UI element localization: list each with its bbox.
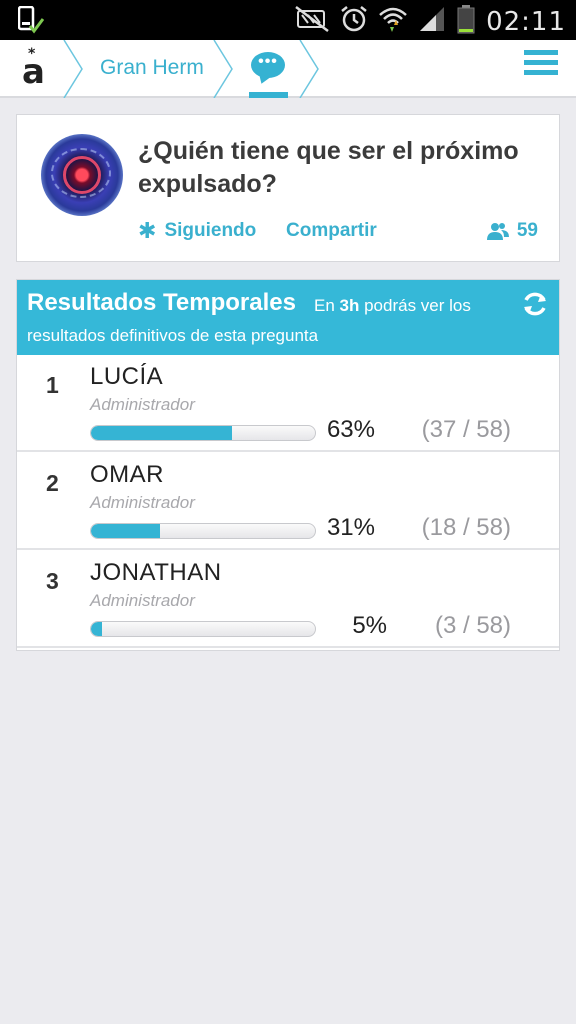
results-title: Resultados Temporales <box>27 289 296 316</box>
star-icon: ✱ <box>138 218 157 243</box>
result-rank: 2 <box>46 470 59 496</box>
tab-chat[interactable]: ••• <box>248 40 290 98</box>
result-role: Administrador <box>90 493 195 512</box>
breadcrumb-chevron-icon <box>299 40 319 98</box>
breadcrumb-chevron-icon <box>213 40 233 98</box>
chat-icon: ••• <box>251 52 285 78</box>
status-bar: 02:11 <box>0 0 576 40</box>
results-subtitle: En 3h podrás ver los <box>314 296 471 315</box>
share-button[interactable]: Compartir <box>286 220 377 242</box>
result-votes: (3 / 58) <box>434 612 511 639</box>
result-percent: 31% <box>326 514 375 541</box>
result-row[interactable]: 3 JONATHAN Administrador 5% (3 / 58) <box>17 551 559 648</box>
followers-value: 59 <box>516 220 538 241</box>
clock: 02:11 <box>486 6 566 37</box>
results-card: Resultados Temporales En 3h podrás ver l… <box>16 279 560 651</box>
result-role: Administrador <box>90 395 195 414</box>
breadcrumb-chevron-icon <box>63 40 83 98</box>
results-header: Resultados Temporales En 3h podrás ver l… <box>17 280 559 355</box>
result-progress-bar <box>90 523 316 539</box>
refresh-icon[interactable] <box>521 290 549 318</box>
logo-icon[interactable]: * a <box>22 46 46 92</box>
device-check-icon <box>17 5 45 39</box>
result-progress-bar <box>90 425 316 441</box>
alarm-icon <box>340 5 368 38</box>
result-rank: 1 <box>46 372 59 398</box>
result-rank: 3 <box>46 568 59 594</box>
result-votes: (18 / 58) <box>421 514 511 541</box>
users-icon <box>486 223 509 240</box>
app-header: * a Gran Hermano ••• <box>0 40 576 98</box>
breadcrumb-gran-hermano[interactable]: Gran Hermano <box>100 56 204 80</box>
result-name: LUCÍA <box>90 363 164 390</box>
result-percent: 63% <box>326 416 375 443</box>
result-progress-fill <box>91 622 103 636</box>
battery-icon <box>456 4 476 39</box>
result-progress-bar <box>90 621 316 637</box>
result-row[interactable]: 1 LUCÍA Administrador 63% (37 / 58) <box>17 355 559 452</box>
result-votes: (37 / 58) <box>421 416 511 443</box>
result-role: Administrador <box>90 591 195 610</box>
result-progress-fill <box>91 426 233 440</box>
question-avatar <box>41 134 123 216</box>
result-progress-fill <box>91 524 161 538</box>
result-row[interactable]: 2 OMAR Administrador 31% (18 / 58) <box>17 453 559 550</box>
result-name: OMAR <box>90 461 164 488</box>
question-card: ¿Quién tiene que ser el próximo expulsad… <box>16 114 560 262</box>
active-tab-indicator <box>249 92 288 98</box>
menu-icon[interactable] <box>524 50 558 78</box>
result-name: JONATHAN <box>90 559 222 586</box>
signal-icon <box>418 5 446 38</box>
follow-label: Siguiendo <box>164 220 257 241</box>
followers-count[interactable]: 59 <box>486 220 538 242</box>
wifi-icon <box>378 5 408 38</box>
follow-button[interactable]: ✱ Siguiendo <box>138 220 256 242</box>
results-subtitle-line2: resultados definitivos de esta pregunta <box>27 326 319 345</box>
mute-icon <box>294 5 330 38</box>
question-title: ¿Quién tiene que ser el próximo expulsad… <box>138 137 519 198</box>
